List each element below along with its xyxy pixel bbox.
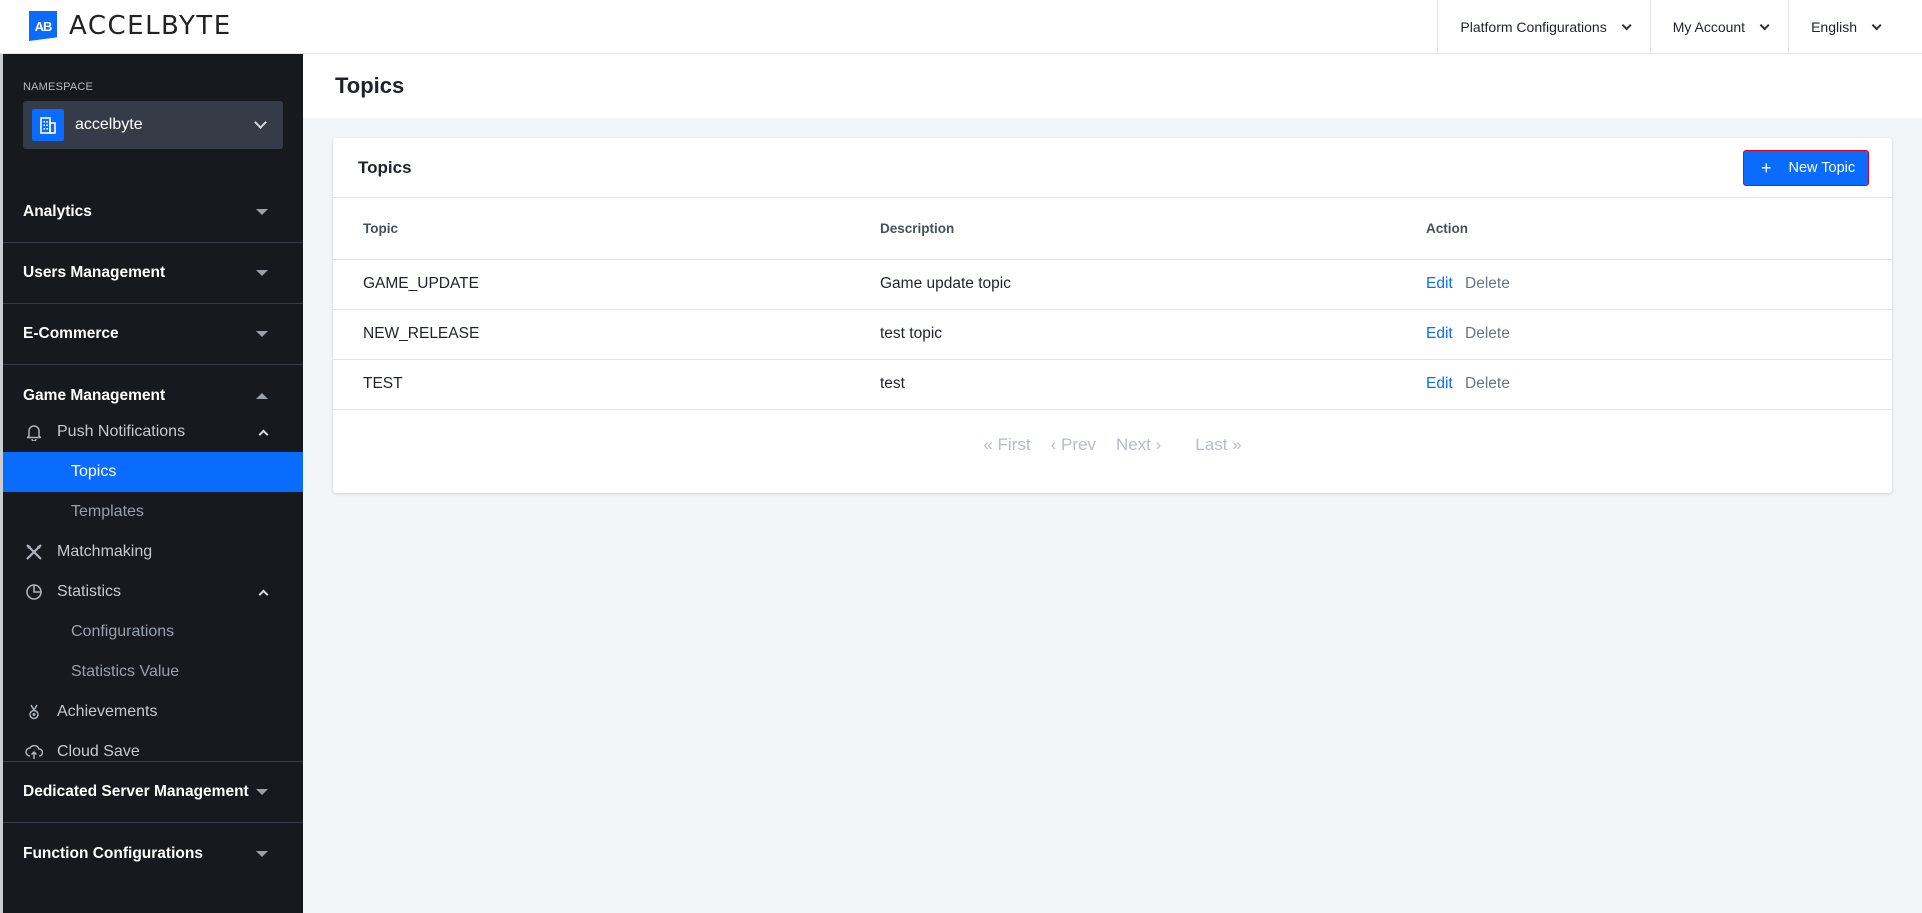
sidebar-item-templates[interactable]: Templates [3, 492, 303, 532]
chevron-down-icon [1759, 19, 1770, 30]
section-label: Analytics [23, 203, 92, 220]
language-label: English [1811, 19, 1857, 35]
column-header-description: Description [880, 198, 1426, 260]
nav-label: Configurations [71, 623, 175, 640]
sidebar-section-function-configurations[interactable]: Function Configurations [3, 823, 303, 884]
sidebar-item-statistics[interactable]: Statistics [3, 572, 303, 612]
page-title: Topics [335, 73, 405, 98]
chevron-down-icon [1871, 19, 1882, 30]
namespace-select[interactable]: accelbyte [23, 101, 283, 149]
first-page-button[interactable]: « First [983, 435, 1030, 455]
caret-down-icon [256, 789, 268, 795]
sidebar-item-statistics-value[interactable]: Statistics Value [3, 652, 303, 692]
nav-label: Topics [71, 463, 117, 480]
edit-link[interactable]: Edit [1426, 325, 1453, 342]
sidebar-item-push-notifications[interactable]: Push Notifications [3, 412, 303, 452]
chevron-up-icon [258, 429, 269, 439]
nav-label: Statistics [57, 583, 122, 600]
top-menu: Platform Configurations My Account Engli… [1437, 0, 1922, 54]
section-label: Game Management [23, 386, 166, 404]
delete-link[interactable]: Delete [1465, 325, 1510, 342]
column-header-topic: Topic [333, 198, 880, 260]
nav-label: Matchmaking [57, 543, 153, 560]
sidebar: NAMESPACE accelbyte Analytics Users Mana… [3, 54, 303, 913]
table-row: GAME_UPDATE Game update topic Edit Delet… [333, 259, 1892, 310]
next-page-button[interactable]: Next › [1116, 435, 1161, 455]
my-account-menu[interactable]: My Account [1649, 0, 1788, 54]
table-header-row: Topic Description Action [333, 198, 1892, 260]
cloud-upload-icon [24, 742, 44, 762]
caret-down-icon [256, 270, 268, 276]
chevron-down-icon [254, 116, 267, 129]
edit-link[interactable]: Edit [1426, 275, 1453, 292]
logo-mark-icon: AB [29, 11, 57, 41]
caret-down-icon [256, 209, 268, 215]
medal-icon [24, 702, 44, 722]
caret-down-icon [256, 850, 268, 857]
my-account-label: My Account [1672, 19, 1746, 35]
logo-text: ACCELBYTE [69, 11, 232, 41]
section-label: E-Commerce [23, 325, 119, 342]
new-topic-button[interactable]: + New Topic [1743, 150, 1869, 186]
sidebar-section-analytics[interactable]: Analytics [3, 182, 303, 243]
topic-cell: GAME_UPDATE [333, 259, 880, 310]
section-label: Dedicated Server Management [23, 783, 249, 800]
sidebar-item-achievements[interactable]: Achievements [3, 692, 303, 732]
chevron-up-icon [258, 589, 269, 599]
column-header-action: Action [1426, 198, 1892, 260]
topics-table: Topic Description Action GAME_UPDATE Gam… [333, 198, 1892, 410]
edit-link[interactable]: Edit [1426, 375, 1453, 392]
caret-up-icon [256, 392, 268, 399]
topics-card: Topics + New Topic Topic Description Act… [333, 138, 1892, 493]
sidebar-item-topics[interactable]: Topics [3, 452, 303, 492]
card-header: Topics + New Topic [333, 138, 1892, 198]
action-cell: Edit Delete [1426, 259, 1892, 310]
action-cell: Edit Delete [1426, 359, 1892, 410]
chevron-down-icon [1621, 19, 1632, 30]
section-label: Function Configurations [23, 844, 203, 862]
new-topic-label: New Topic [1788, 160, 1856, 176]
nav-label: Achievements [57, 703, 158, 720]
description-cell: test topic [880, 309, 1426, 360]
namespace-value: accelbyte [75, 116, 143, 133]
card-title: Topics [358, 157, 412, 177]
namespace-label: NAMESPACE [23, 81, 94, 93]
nav-label: Cloud Save [57, 743, 140, 760]
accelbyte-logo[interactable]: AB ACCELBYTE [29, 11, 232, 41]
page-header: Topics [303, 54, 1922, 118]
sidebar-item-matchmaking[interactable]: Matchmaking [3, 532, 303, 572]
pagination: « First ‹ Prev Next › Last » [333, 410, 1892, 480]
nav-label: Statistics Value [71, 663, 180, 680]
nav-label: Push Notifications [57, 423, 186, 440]
delete-link[interactable]: Delete [1465, 375, 1510, 392]
sidebar-section-users-management[interactable]: Users Management [3, 243, 303, 304]
section-label: Users Management [23, 264, 166, 281]
crossed-swords-icon [24, 542, 44, 562]
action-cell: Edit Delete [1426, 309, 1892, 360]
table-row: TEST test Edit Delete [333, 359, 1892, 410]
last-page-button[interactable]: Last » [1195, 435, 1241, 455]
topic-cell: TEST [333, 359, 880, 410]
sidebar-section-dedicated-server-management[interactable]: Dedicated Server Management [3, 761, 303, 823]
prev-page-button[interactable]: ‹ Prev [1051, 435, 1096, 455]
building-icon [32, 109, 64, 141]
sidebar-item-configurations[interactable]: Configurations [3, 612, 303, 652]
top-bar: AB ACCELBYTE Platform Configurations My … [0, 0, 1922, 54]
sidebar-section-e-commerce[interactable]: E-Commerce [3, 304, 303, 365]
bell-icon [24, 422, 44, 442]
delete-link[interactable]: Delete [1465, 275, 1510, 292]
table-row: NEW_RELEASE test topic Edit Delete [333, 309, 1892, 360]
platform-configurations-label: Platform Configurations [1460, 19, 1607, 35]
language-menu[interactable]: English [1788, 0, 1922, 54]
description-cell: test [880, 359, 1426, 410]
description-cell: Game update topic [880, 259, 1426, 310]
topic-cell: NEW_RELEASE [333, 309, 880, 360]
platform-configurations-menu[interactable]: Platform Configurations [1437, 0, 1649, 54]
nav-label: Templates [71, 503, 144, 520]
plus-icon: + [1761, 158, 1772, 178]
caret-down-icon [256, 331, 268, 337]
pie-chart-icon [24, 582, 44, 602]
